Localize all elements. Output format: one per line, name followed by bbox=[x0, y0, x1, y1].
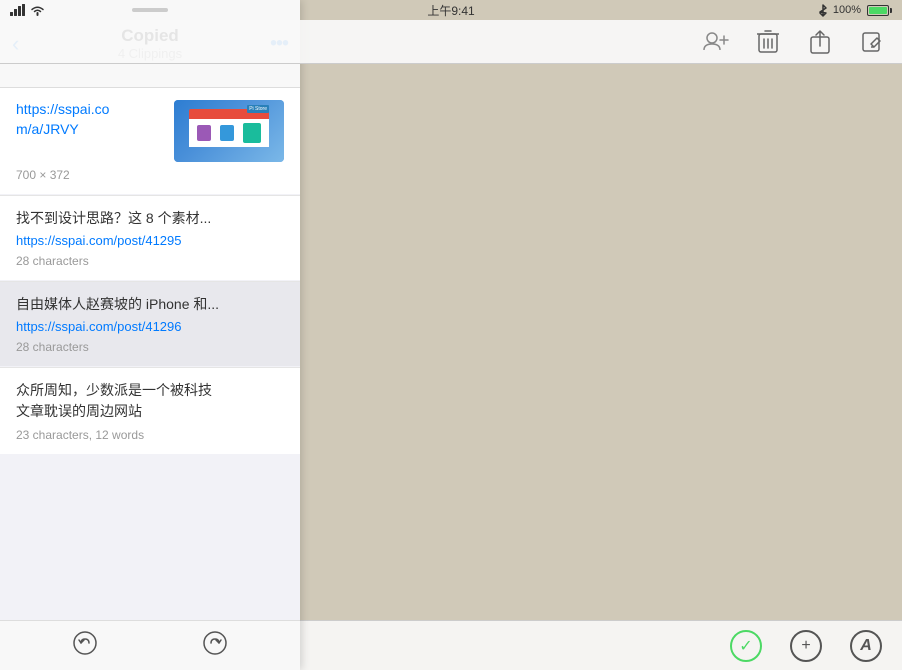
clipping-chars-2: 28 characters bbox=[16, 254, 284, 268]
clipping-url-3: https://sspai.com/post/41296 bbox=[16, 319, 284, 334]
clipping-url-2: https://sspai.com/post/41295 bbox=[16, 233, 284, 248]
plus-button[interactable]: + bbox=[790, 630, 822, 662]
edit-button[interactable] bbox=[858, 28, 886, 56]
bottom-toolbar-right: ✓ + A bbox=[300, 620, 902, 670]
clippings-list: https://sspai.com/a/JRVY Pi Store bbox=[0, 88, 300, 620]
clipping-chars-4: 23 characters, 12 words bbox=[16, 428, 284, 442]
clipping-thumbnail-1: Pi Store bbox=[174, 100, 284, 162]
clipping-item-1[interactable]: https://sspai.com/a/JRVY Pi Store bbox=[0, 88, 300, 194]
bluetooth-icon bbox=[819, 4, 827, 17]
battery-indicator bbox=[867, 5, 892, 16]
add-contact-button[interactable] bbox=[702, 28, 730, 56]
clipping-text-4: 众所周知，少数派是一个被科技文章耽误的周边网站 bbox=[16, 380, 284, 422]
clipping-chars-3: 28 characters bbox=[16, 340, 284, 354]
top-toolbar bbox=[0, 20, 902, 64]
clipping-item-2[interactable]: 找不到设计思路？这 8 个素材... https://sspai.com/pos… bbox=[0, 196, 300, 280]
undo-button[interactable] bbox=[72, 630, 98, 662]
clipping-item-3[interactable]: 自由媒体人赵赛坡的 iPhone 和... https://sspai.com/… bbox=[0, 282, 300, 366]
right-content-area bbox=[300, 64, 902, 620]
status-bar-left bbox=[10, 4, 45, 16]
left-panel: ‹ Copied 4 Clippings ••• https://sspai.c… bbox=[0, 0, 300, 670]
clipping-text-2: 找不到设计思路？这 8 个素材... bbox=[16, 208, 284, 229]
battery-percent: 100% bbox=[833, 4, 861, 16]
check-button[interactable]: ✓ bbox=[730, 630, 762, 662]
status-bar: 上午9:41 100% bbox=[0, 0, 902, 20]
redo-button[interactable] bbox=[202, 630, 228, 662]
status-bar-right: 100% bbox=[819, 4, 892, 17]
signal-icon bbox=[10, 4, 26, 16]
trash-button[interactable] bbox=[754, 28, 782, 56]
clipping-dimensions-1: 700 × 372 bbox=[16, 168, 284, 182]
share-button[interactable] bbox=[806, 28, 834, 56]
clipping-text-3: 自由媒体人赵赛坡的 iPhone 和... bbox=[16, 294, 284, 315]
clipping-url-1: https://sspai.com/a/JRVY bbox=[16, 100, 166, 139]
left-panel-bottom bbox=[0, 620, 300, 670]
status-bar-time: 上午9:41 bbox=[427, 2, 474, 19]
clipping-item-4[interactable]: 众所周知，少数派是一个被科技文章耽误的周边网站 23 characters, 1… bbox=[0, 368, 300, 454]
wifi-icon bbox=[30, 4, 45, 16]
pencil-button[interactable]: A bbox=[850, 630, 882, 662]
